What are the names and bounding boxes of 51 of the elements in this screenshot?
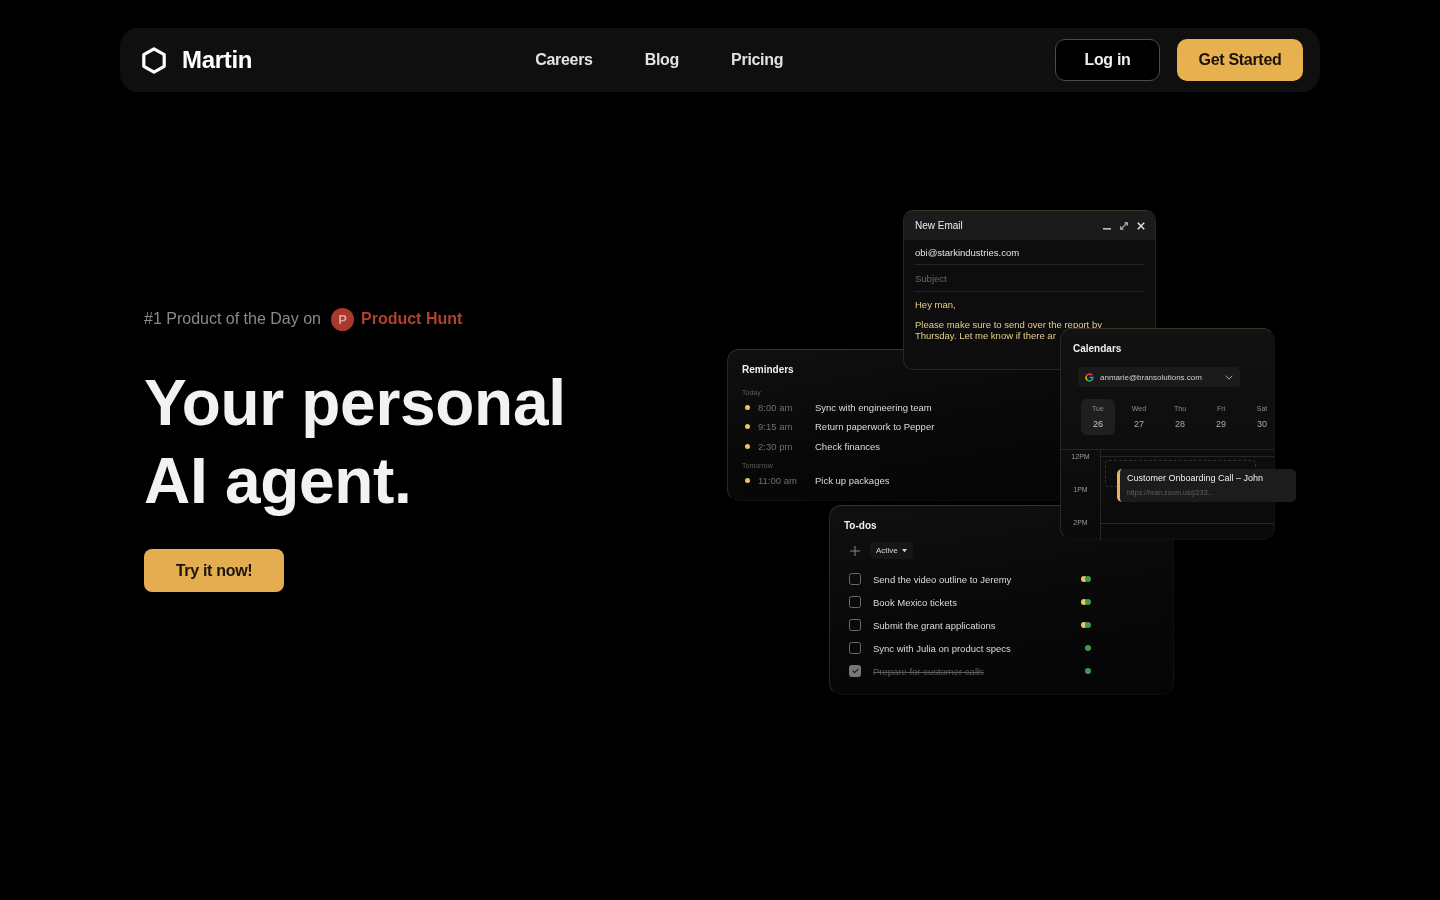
reminder-text: Pick up packages xyxy=(815,475,890,487)
reminder-time: 2:30 pm xyxy=(758,440,794,452)
reminder-text: Return paperwork to Pepper xyxy=(815,421,935,433)
bullet-dot-icon xyxy=(745,404,750,410)
account-dropdown[interactable]: anmarie@bransolutions.com xyxy=(1078,367,1240,387)
check-icon xyxy=(851,668,859,674)
bullet-dot-icon xyxy=(745,478,750,484)
hexagon-logo-icon xyxy=(142,46,166,74)
minimize-icon[interactable] xyxy=(1103,228,1111,230)
plus-icon[interactable] xyxy=(850,545,860,556)
product-hunt-name: Product Hunt xyxy=(361,310,463,328)
reminder-time: 11:00 am xyxy=(758,475,798,487)
checkbox[interactable] xyxy=(849,596,861,608)
card-title: To-dos xyxy=(844,520,877,532)
nav-link[interactable]: Pricing xyxy=(731,51,784,69)
window-title: New Email xyxy=(915,220,963,231)
bullet-dot-icon xyxy=(745,424,750,430)
caret-down-icon xyxy=(901,548,907,553)
log-in-button[interactable]: Log in xyxy=(1055,39,1160,81)
reminder-time: 9:15 am xyxy=(758,421,794,433)
product-hunt-logo: P xyxy=(331,307,354,331)
checkbox[interactable] xyxy=(849,573,861,585)
try-it-button[interactable]: Try it now! xyxy=(144,549,284,592)
bullet-dot-icon xyxy=(745,443,750,449)
expand-icon[interactable] xyxy=(1120,221,1128,230)
close-icon[interactable] xyxy=(1137,221,1145,230)
hero-title: Your personal AI agent. xyxy=(144,366,567,519)
chevron-down-icon xyxy=(1225,374,1233,380)
get-started-button[interactable]: Get Started xyxy=(1177,39,1303,81)
g-logo-icon xyxy=(1085,372,1094,382)
checkbox[interactable] xyxy=(849,642,861,654)
nav-link[interactable]: Careers xyxy=(535,51,593,69)
reminder-time: 8:00 am xyxy=(758,401,794,413)
todo-text: Submit the grant applications xyxy=(873,619,996,631)
nav-link[interactable]: Blog xyxy=(644,51,680,69)
event-title: Customer Onboarding Call – John xyxy=(1127,473,1265,484)
filter-dropdown[interactable]: Active xyxy=(870,542,913,559)
reminder-text: Check finances xyxy=(815,440,880,452)
todo-text: Sync with Julia on product specs xyxy=(873,642,1011,654)
todo-text: Book Mexico tickets xyxy=(873,596,957,608)
subject-field[interactable]: Subject xyxy=(915,265,1144,292)
card-title: Calendars xyxy=(1072,342,1122,355)
reminder-text: Sync with engineering team xyxy=(815,401,932,413)
checkbox[interactable] xyxy=(849,665,861,677)
award-text: #1 Product of the Day on xyxy=(144,310,321,328)
recipient-field[interactable]: obi@starkindustries.com xyxy=(915,240,1144,265)
checkbox[interactable] xyxy=(849,619,861,631)
card-title: Reminders xyxy=(742,364,794,376)
todo-text: Send the video outline to Jeremy xyxy=(873,573,1012,585)
todo-text: Prepare for customer calls xyxy=(873,665,984,677)
brand-link[interactable]: Martin xyxy=(142,46,253,74)
